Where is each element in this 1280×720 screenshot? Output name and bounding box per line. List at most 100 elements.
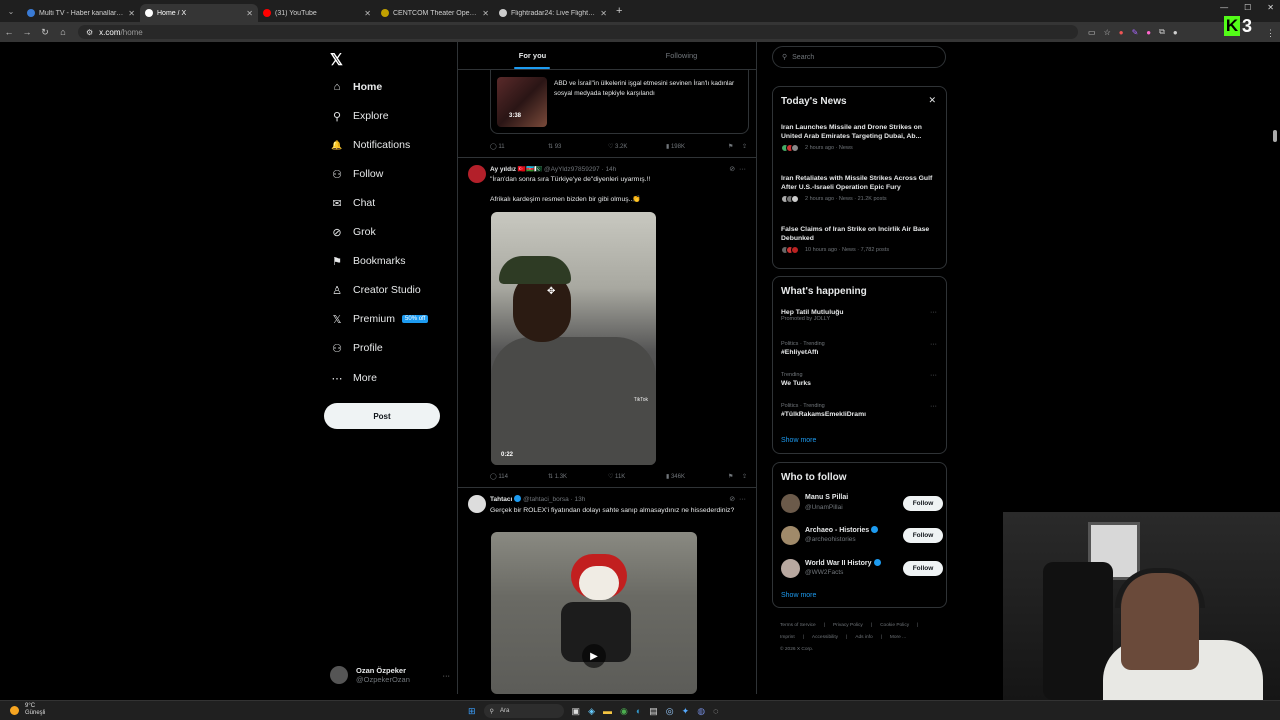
browser-tab[interactable]: CENTCOM Theater Operations ✕ bbox=[376, 4, 494, 22]
maximize-icon[interactable]: ☐ bbox=[1244, 3, 1251, 12]
news-item[interactable]: Iran Launches Missile and Drone Strikes … bbox=[781, 123, 941, 152]
video-player[interactable]: TikTok 0:22 bbox=[491, 212, 656, 465]
browser-tab[interactable]: (31) YouTube ✕ bbox=[258, 4, 376, 22]
steam-icon[interactable]: ◎ bbox=[666, 706, 674, 717]
more-dots-icon[interactable]: ··· bbox=[739, 166, 746, 173]
trend-item[interactable]: Politics · Trending #EhliyetAffı ··· bbox=[781, 341, 943, 356]
post-menu[interactable]: ⊘ ··· bbox=[729, 165, 746, 173]
quoted-post-card[interactable]: 3:38 ABD ve İsrail"in ülkelerini işgal e… bbox=[490, 62, 749, 134]
grok-icon[interactable]: ⊘ bbox=[729, 166, 735, 173]
share-icon[interactable]: ⇪ bbox=[742, 473, 747, 480]
forward-icon[interactable]: → bbox=[18, 27, 36, 37]
suggestion-name[interactable]: Manu S Pillai bbox=[805, 494, 848, 501]
close-tab-icon[interactable]: ✕ bbox=[364, 9, 371, 18]
nav-item-creator-studio[interactable]: ♙ Creator Studio bbox=[330, 280, 421, 300]
like-button[interactable]: ♡ 11K bbox=[608, 473, 666, 480]
search-input[interactable]: ⚲ Search bbox=[772, 46, 946, 68]
footer-link[interactable]: Imprint bbox=[780, 635, 795, 640]
nav-item-profile[interactable]: ⚇ Profile bbox=[330, 338, 383, 358]
tab-search-icon[interactable]: ⌄ bbox=[0, 0, 22, 22]
copilot-icon[interactable]: ◈ bbox=[588, 706, 595, 717]
video-thumbnail[interactable] bbox=[497, 77, 547, 127]
author-handle[interactable]: @AyYldz97859297 · 14h bbox=[544, 166, 616, 173]
trend-item[interactable]: Trending We Turks ··· bbox=[781, 372, 943, 387]
nav-item-premium[interactable]: 𝕏 Premium 50% off bbox=[330, 309, 429, 329]
footer-link[interactable]: Privacy Policy bbox=[833, 623, 863, 628]
extension-icon[interactable]: ● bbox=[1146, 28, 1151, 37]
nav-item-more[interactable]: ⋯ More bbox=[330, 368, 377, 388]
views-button[interactable]: ▮ 346K bbox=[666, 473, 728, 480]
grok-icon[interactable]: ⊘ bbox=[729, 496, 735, 503]
footer-link[interactable]: Accessibility bbox=[812, 635, 838, 640]
close-tab-icon[interactable]: ✕ bbox=[128, 9, 135, 18]
author-name[interactable]: Ay yıldız 🇹🇷🇦🇿🇵🇰 bbox=[490, 166, 542, 173]
close-tab-icon[interactable]: ✕ bbox=[482, 9, 489, 18]
weather-widget[interactable]: 9°C Güneşli bbox=[10, 703, 45, 717]
close-tab-icon[interactable]: ✕ bbox=[600, 9, 607, 18]
close-window-icon[interactable]: ✕ bbox=[1267, 3, 1274, 12]
follow-suggestion[interactable]: World War II History @WW2Facts Follow bbox=[781, 558, 943, 580]
task-view-icon[interactable]: ▣ bbox=[572, 706, 581, 717]
bookmark-star-icon[interactable]: ☆ bbox=[1104, 28, 1111, 37]
avatar[interactable] bbox=[781, 559, 800, 578]
browser-menu-icon[interactable]: ⋮ bbox=[1266, 28, 1275, 39]
nav-item-follow[interactable]: ⚇ Follow bbox=[330, 164, 383, 184]
follow-suggestion[interactable]: Archaeo - Histories @archeohistories Fol… bbox=[781, 525, 943, 547]
tab-for-you[interactable]: For you bbox=[458, 42, 607, 69]
browser-tab[interactable]: Multi TV - Haber kanallarını ay ✕ bbox=[22, 4, 140, 22]
chrome-icon[interactable]: ◉ bbox=[620, 706, 628, 717]
author-handle[interactable]: @tahtaci_borsa · 13h bbox=[523, 496, 585, 503]
suggestion-name-row[interactable]: Archaeo - Histories bbox=[805, 526, 879, 534]
video-player[interactable]: ▶ bbox=[491, 532, 697, 694]
extension-icon[interactable]: ✎ bbox=[1132, 28, 1139, 37]
browser-tab-active[interactable]: Home / X ✕ bbox=[140, 4, 258, 22]
follow-button[interactable]: Follow bbox=[903, 561, 943, 576]
reload-icon[interactable]: ↻ bbox=[36, 27, 54, 38]
edge-icon[interactable]: ◐ bbox=[636, 706, 641, 716]
like-button[interactable]: ♡ 3.2K bbox=[608, 143, 666, 150]
repost-button[interactable]: ⇅ 1.3K bbox=[548, 473, 608, 480]
news-item[interactable]: False Claims of Iran Strike on Incirlik … bbox=[781, 225, 941, 254]
share-icon[interactable]: ⇪ bbox=[742, 143, 747, 150]
footer-link[interactable]: Cookie Policy bbox=[880, 623, 909, 628]
more-dots-icon[interactable]: ··· bbox=[930, 309, 937, 316]
post-button[interactable]: Post bbox=[324, 403, 440, 429]
extensions-puzzle-icon[interactable]: ⧉ bbox=[1159, 27, 1165, 37]
follow-button[interactable]: Follow bbox=[903, 528, 943, 543]
install-app-icon[interactable]: ▭ bbox=[1088, 28, 1096, 37]
app-icon[interactable]: ✦ bbox=[682, 706, 690, 717]
bookmark-icon[interactable]: ⚑ bbox=[728, 143, 742, 150]
tab-following[interactable]: Following bbox=[607, 42, 756, 69]
footer-link[interactable]: Ads info bbox=[855, 635, 872, 640]
more-dots-icon[interactable]: ··· bbox=[739, 496, 746, 503]
avatar[interactable] bbox=[468, 165, 486, 183]
show-more-link[interactable]: Show more bbox=[781, 437, 816, 444]
show-more-link[interactable]: Show more bbox=[781, 592, 816, 599]
file-explorer-icon[interactable]: ▬ bbox=[603, 706, 612, 716]
close-icon[interactable]: ✕ bbox=[928, 95, 936, 106]
account-switcher[interactable]: Ozan Özpeker @OzpekerOzan ··· bbox=[330, 662, 450, 688]
store-icon[interactable]: ▤ bbox=[649, 706, 658, 717]
minimize-icon[interactable]: — bbox=[1220, 3, 1228, 12]
news-item[interactable]: Iran Retaliates with Missile Strikes Acr… bbox=[781, 174, 941, 203]
site-info-icon[interactable]: ⚙ bbox=[86, 28, 93, 37]
close-tab-icon[interactable]: ✕ bbox=[246, 9, 253, 18]
author-name[interactable]: Tahtacı bbox=[490, 496, 512, 503]
footer-link[interactable]: Terms of Service bbox=[780, 623, 816, 628]
trend-item[interactable]: Hep Tatil Mutluluğu Promoted by JOLLY ··… bbox=[781, 309, 943, 322]
nav-item-explore[interactable]: ⚲ Explore bbox=[330, 106, 389, 126]
new-tab-button[interactable]: + bbox=[616, 5, 622, 17]
trend-item[interactable]: Politics · Trending #TülkRakamsEmekliDra… bbox=[781, 403, 943, 418]
taskbar-search[interactable]: ⚲ Ara bbox=[483, 704, 564, 718]
views-button[interactable]: ▮ 198K bbox=[666, 143, 728, 150]
url-field[interactable]: ⚙ x.com/home bbox=[78, 25, 1078, 39]
avatar[interactable] bbox=[468, 495, 486, 513]
discord-icon[interactable]: ◍ bbox=[697, 706, 705, 717]
back-icon[interactable]: ← bbox=[0, 27, 18, 37]
repost-button[interactable]: ⇅ 93 bbox=[548, 143, 608, 150]
app-icon[interactable]: ◌ bbox=[713, 706, 718, 716]
x-logo-icon[interactable]: 𝕏 bbox=[330, 50, 343, 70]
more-dots-icon[interactable]: ··· bbox=[930, 341, 937, 348]
avatar[interactable] bbox=[781, 526, 800, 545]
profile-icon[interactable]: ● bbox=[1173, 28, 1178, 37]
